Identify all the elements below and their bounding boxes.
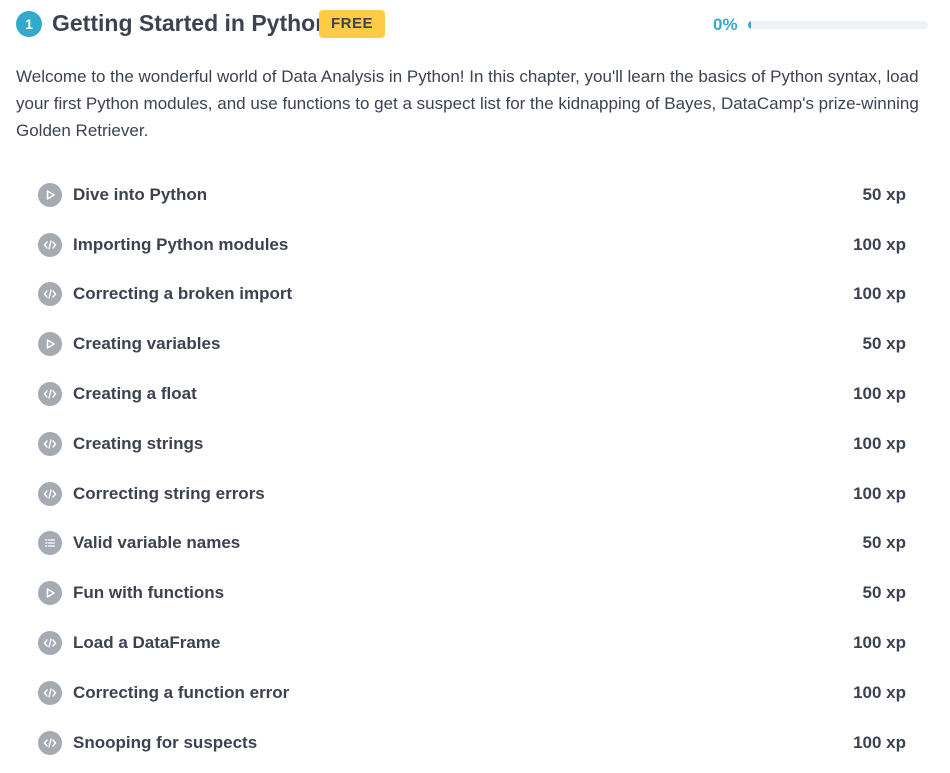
code-icon: [38, 481, 62, 506]
exercise-item[interactable]: Creating variables 50 xp: [38, 319, 906, 369]
exercise-xp: 100 xp: [853, 284, 906, 304]
exercise-title[interactable]: Correcting a broken import: [73, 284, 292, 304]
play-icon: [38, 332, 62, 357]
exercise-xp: 100 xp: [853, 234, 906, 254]
chapter-header: 1 Getting Started in Python FREE 0%: [16, 8, 928, 40]
exercise-item[interactable]: Importing Python modules 100 xp: [38, 220, 906, 270]
exercise-title[interactable]: Creating variables: [73, 334, 220, 354]
exercise-title[interactable]: Correcting a function error: [73, 683, 289, 703]
exercise-xp: 100 xp: [853, 633, 906, 653]
exercise-title[interactable]: Importing Python modules: [73, 235, 288, 255]
exercise-item[interactable]: Correcting a function error 100 xp: [38, 668, 906, 718]
chapter-title: Getting Started in Python: [52, 10, 330, 36]
exercise-title[interactable]: Snooping for suspects: [73, 733, 257, 753]
exercise-title[interactable]: Load a DataFrame: [73, 633, 220, 653]
code-icon: [38, 232, 62, 257]
exercise-item[interactable]: Creating a float 100 xp: [38, 369, 906, 419]
code-icon: [38, 382, 62, 407]
exercise-xp: 100 xp: [853, 384, 906, 404]
exercise-xp: 50 xp: [862, 583, 906, 603]
chapter-description: Welcome to the wonderful world of Data A…: [16, 67, 919, 140]
play-icon: [38, 182, 62, 207]
exercise-item[interactable]: Snooping for suspects 100 xp: [38, 718, 906, 768]
progress-percentage: 0%: [713, 15, 738, 34]
exercise-xp: 100 xp: [853, 732, 906, 752]
code-icon: [38, 431, 62, 456]
code-icon: [38, 631, 62, 656]
exercise-title[interactable]: Creating strings: [73, 434, 203, 454]
code-icon: [38, 680, 62, 705]
list-icon: [38, 531, 62, 556]
code-icon: [38, 282, 62, 307]
progress-bar-fill: [748, 21, 751, 29]
exercise-item[interactable]: Correcting string errors 100 xp: [38, 469, 906, 519]
exercise-xp: 100 xp: [853, 682, 906, 702]
exercise-item[interactable]: Valid variable names 50 xp: [38, 519, 906, 569]
progress-bar: [748, 21, 928, 29]
exercise-item[interactable]: Dive into Python 50 xp: [38, 170, 906, 220]
exercise-xp: 100 xp: [853, 483, 906, 503]
free-badge: FREE: [319, 10, 386, 38]
chapter-number-badge: 1: [16, 11, 42, 37]
exercise-item[interactable]: Load a DataFrame 100 xp: [38, 618, 906, 668]
exercise-title[interactable]: Valid variable names: [73, 533, 240, 553]
exercise-list: Dive into Python 50 xp Importing Python mo…: [38, 170, 906, 768]
exercise-item[interactable]: Creating strings 100 xp: [38, 419, 906, 469]
exercise-title[interactable]: Fun with functions: [73, 583, 224, 603]
exercise-item[interactable]: Fun with functions 50 xp: [38, 568, 906, 618]
exercise-xp: 100 xp: [853, 433, 906, 453]
exercise-title[interactable]: Dive into Python: [73, 185, 207, 205]
exercise-title[interactable]: Creating a float: [73, 384, 197, 404]
exercise-xp: 50 xp: [862, 334, 906, 354]
exercise-title[interactable]: Correcting string errors: [73, 484, 265, 504]
play-icon: [38, 581, 62, 606]
exercise-item[interactable]: Correcting a broken import 100 xp: [38, 270, 906, 320]
exercise-xp: 50 xp: [862, 533, 906, 553]
code-icon: [38, 730, 62, 755]
exercise-xp: 50 xp: [862, 184, 906, 204]
